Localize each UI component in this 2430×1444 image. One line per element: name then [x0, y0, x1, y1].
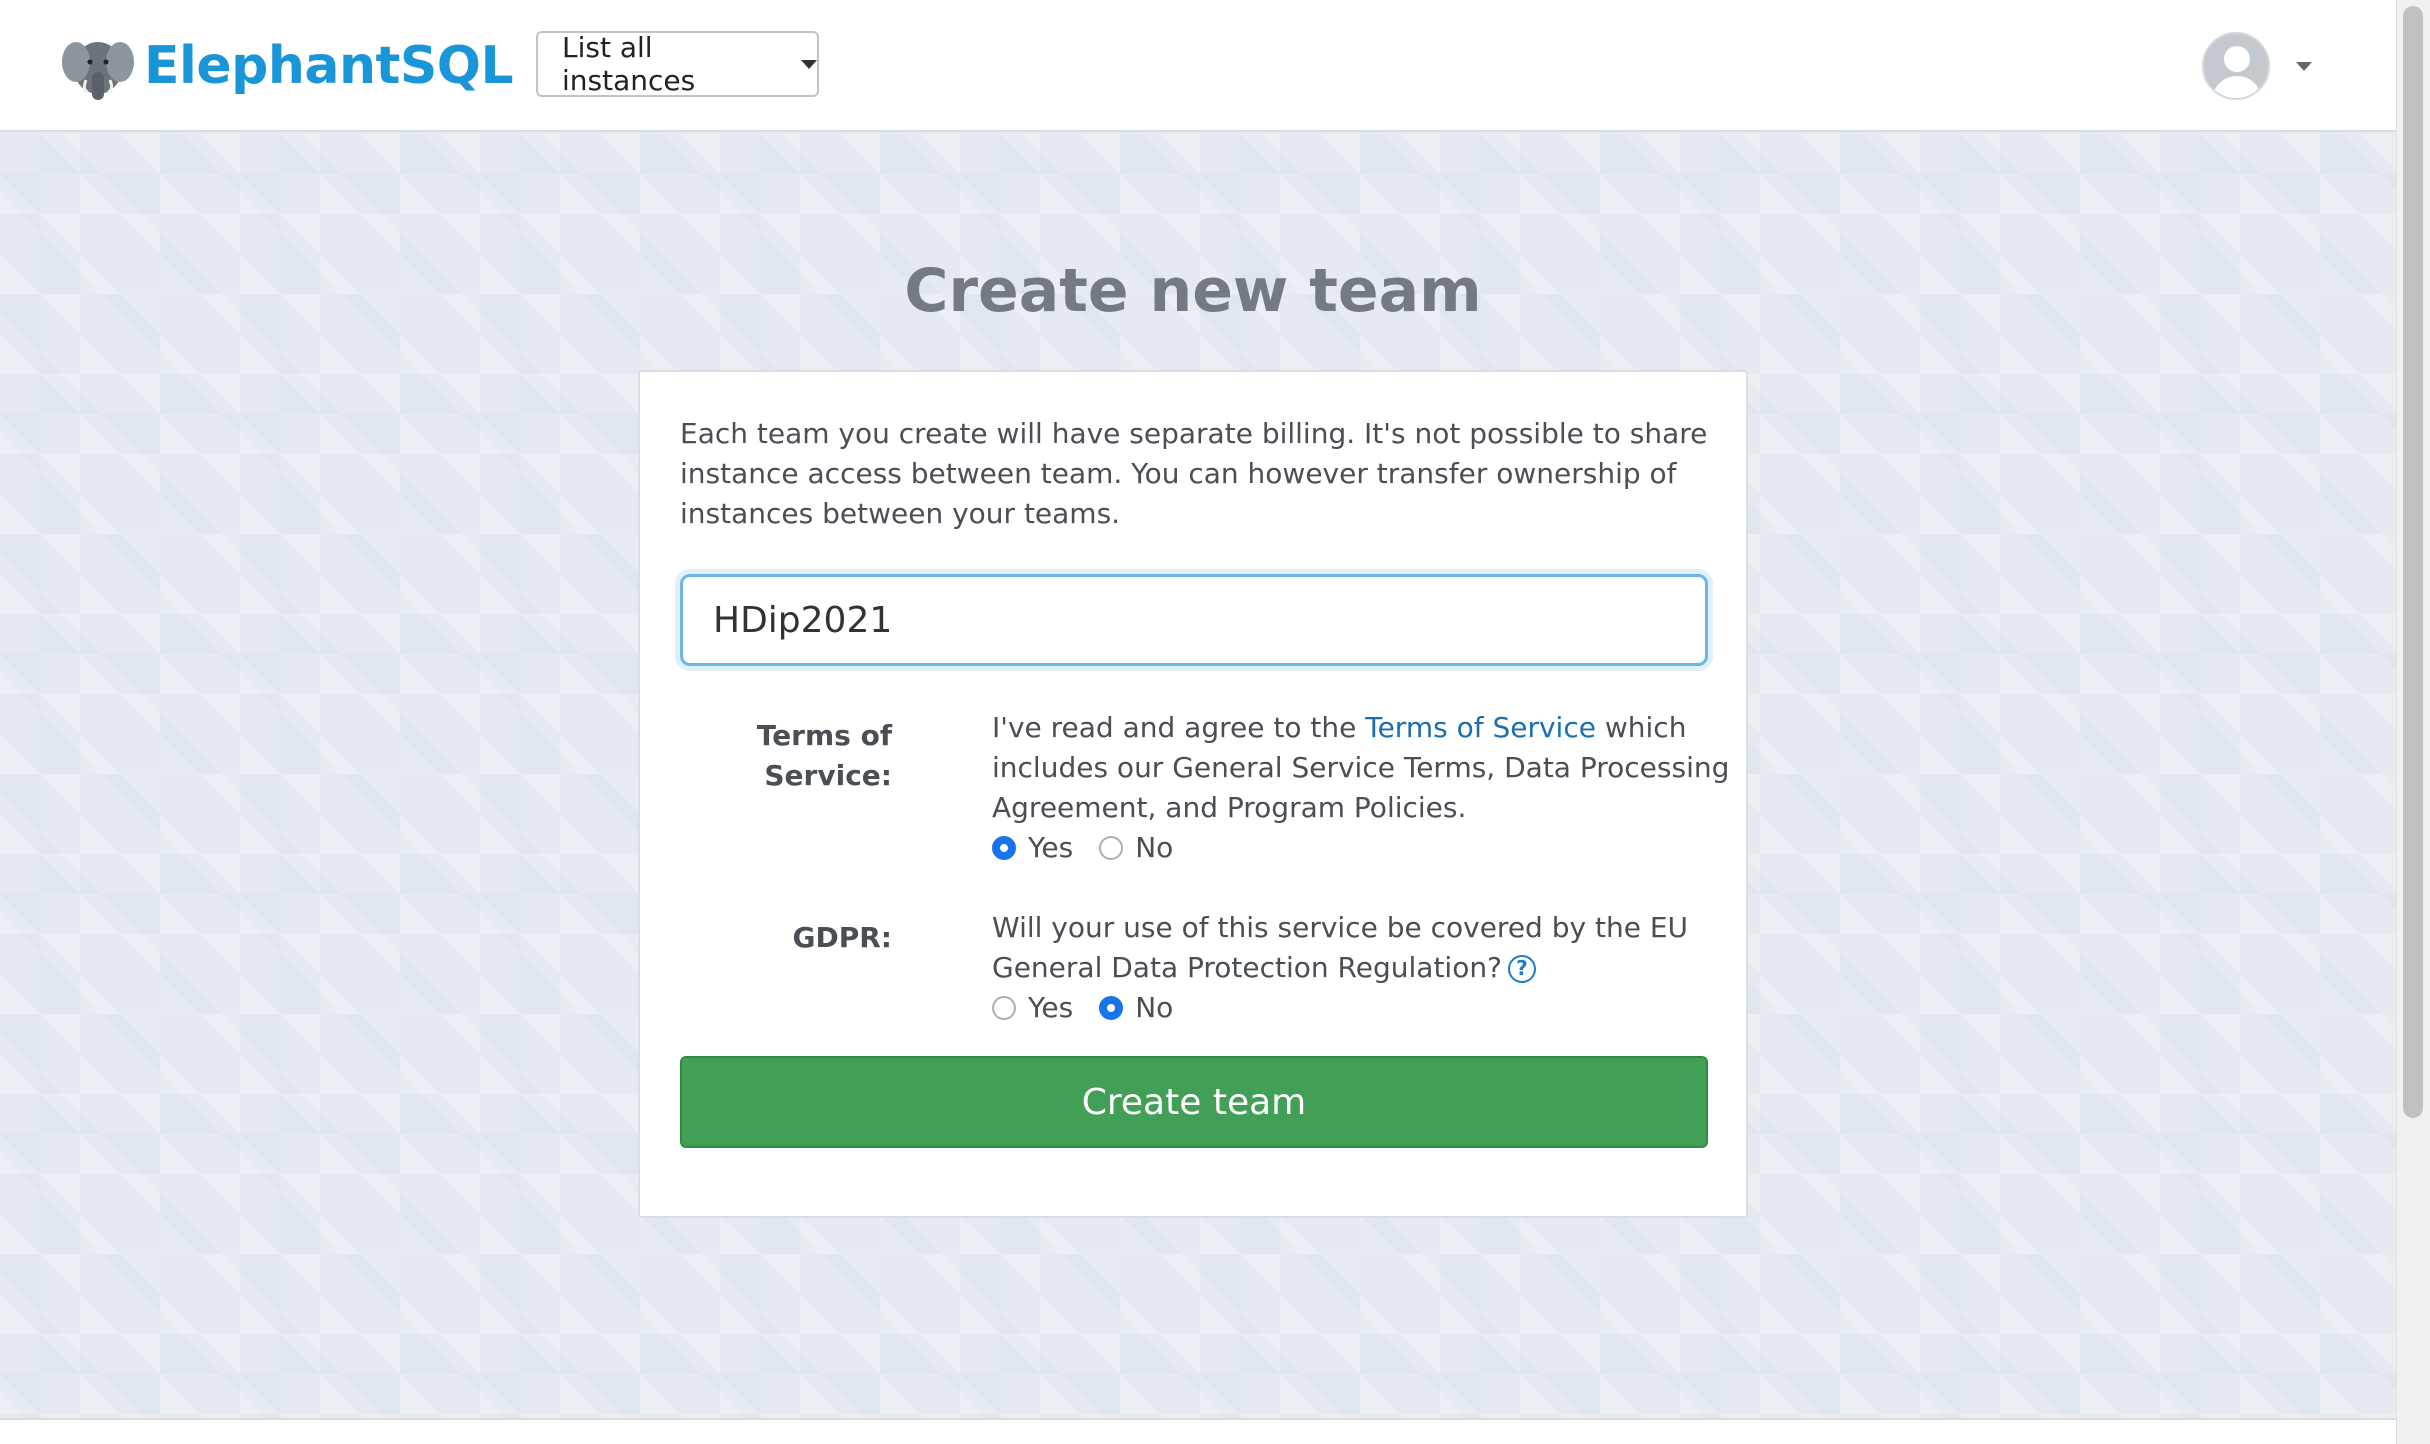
page-title: Create new team	[904, 256, 1482, 326]
caret-down-icon	[2296, 61, 2312, 71]
create-team-card: Each team you create will have separate …	[638, 370, 1748, 1218]
scrollbar-thumb[interactable]	[2403, 6, 2423, 1118]
gdpr-yes-option[interactable]: Yes	[992, 988, 1073, 1028]
avatar	[2202, 32, 2270, 100]
gdpr-yes-radio[interactable]	[992, 996, 1016, 1020]
gdpr-text: Will your use of this service be covered…	[992, 908, 1732, 1028]
list-instances-dropdown[interactable]: List all instances	[536, 31, 819, 97]
brand-name: ElephantSQL	[144, 36, 514, 96]
gdpr-no-label: No	[1135, 991, 1174, 1024]
tos-text: I've read and agree to the Terms of Serv…	[992, 708, 1732, 868]
gdpr-radio-group: Yes No	[992, 988, 1732, 1028]
footer	[0, 1418, 2396, 1444]
tos-text-before: I've read and agree to the	[992, 711, 1366, 744]
brand-logo[interactable]: ElephantSQL	[60, 28, 514, 104]
tos-yes-option[interactable]: Yes	[992, 828, 1073, 868]
tos-radio-group: Yes No	[992, 828, 1732, 868]
tos-yes-radio[interactable]	[992, 836, 1016, 860]
tos-label: Terms of Service:	[756, 719, 892, 792]
caret-down-icon	[801, 59, 817, 69]
intro-text: Each team you create will have separate …	[680, 417, 1708, 530]
tos-no-label: No	[1135, 831, 1174, 864]
team-name-input[interactable]	[680, 574, 1708, 666]
tos-no-radio[interactable]	[1099, 836, 1124, 860]
user-menu[interactable]	[2202, 32, 2312, 100]
help-circle-icon[interactable]: ?	[1507, 955, 1536, 983]
gdpr-question: Will your use of this service be covered…	[992, 911, 1689, 984]
gdpr-yes-label: Yes	[1028, 991, 1074, 1024]
create-team-button[interactable]: Create team	[680, 1056, 1708, 1148]
gdpr-label: GDPR:	[792, 921, 892, 954]
list-instances-label: List all instances	[562, 31, 696, 97]
top-navbar: ElephantSQL List all instances	[0, 0, 2396, 132]
vertical-scrollbar[interactable]	[2396, 0, 2430, 1444]
gdpr-no-radio[interactable]	[1099, 996, 1124, 1020]
elephant-logo-icon	[62, 42, 134, 100]
tos-yes-label: Yes	[1028, 831, 1074, 864]
terms-of-service-link[interactable]: Terms of Service	[1365, 711, 1596, 744]
tos-no-option[interactable]: No	[1099, 828, 1173, 868]
gdpr-no-option[interactable]: No	[1099, 988, 1173, 1028]
